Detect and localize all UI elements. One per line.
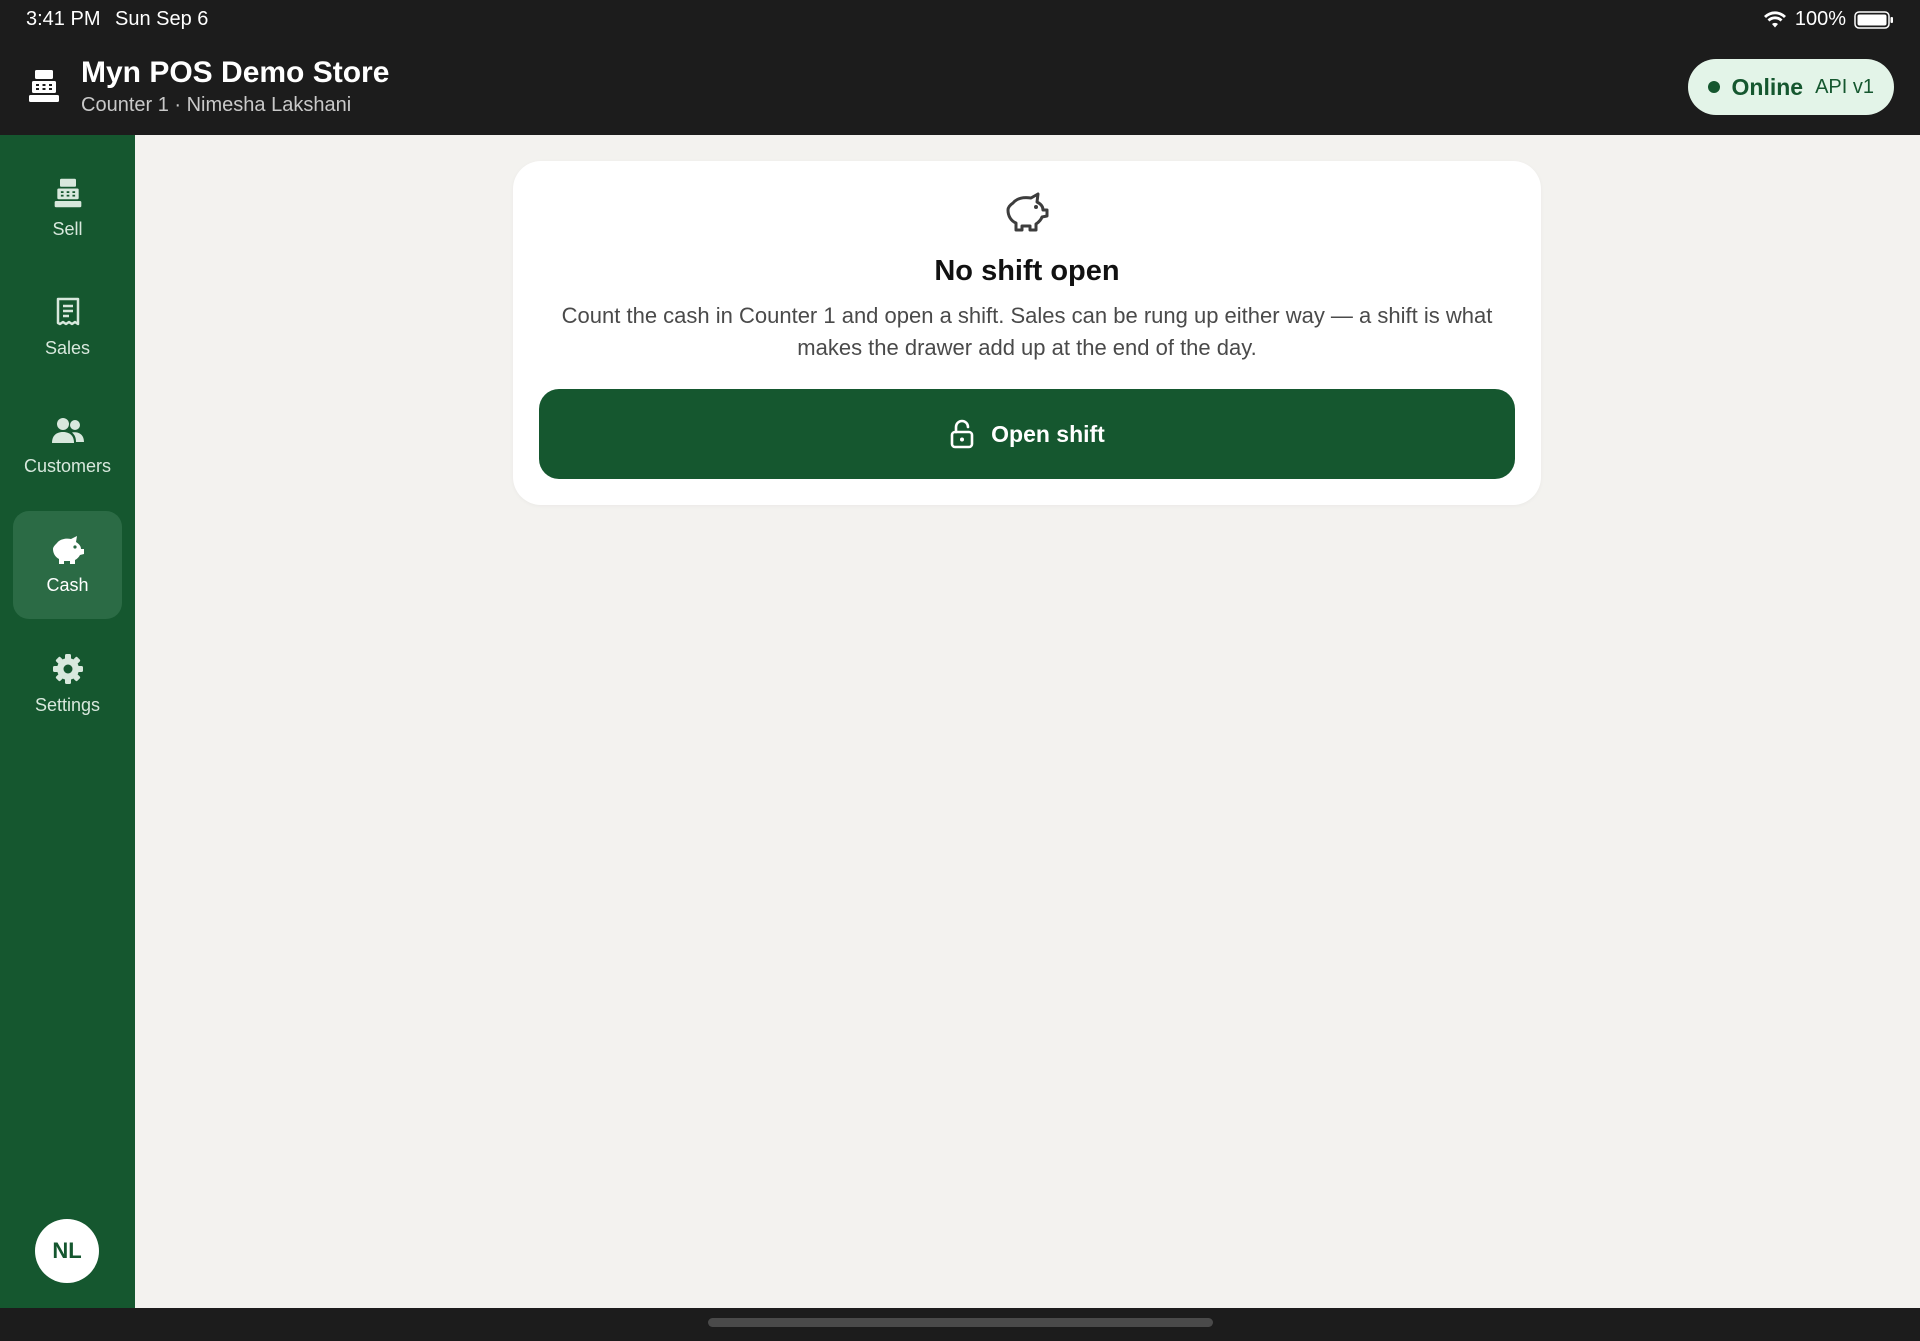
app-header: Myn POS Demo Store Counter 1 · Nimesha L…: [0, 52, 1920, 122]
status-date: Sun Sep 6: [115, 8, 209, 30]
gear-icon: [52, 653, 84, 685]
register-icon: [52, 177, 84, 209]
bottom-bar: [0, 1308, 1920, 1341]
api-version: API v1: [1815, 75, 1874, 98]
sidebar-item-label: Sell: [52, 218, 83, 239]
sidebar: Sell Sales Customers Cash Settings NL: [0, 135, 135, 1308]
status-time: 3:41 PM: [26, 8, 101, 30]
battery-percent: 100%: [1794, 8, 1846, 30]
wifi-icon: [1763, 10, 1787, 29]
sidebar-item-sales[interactable]: Sales: [13, 273, 122, 381]
avatar[interactable]: NL: [35, 1219, 99, 1283]
store-name: Myn POS Demo Store: [81, 56, 390, 89]
piggy-bank-icon: [51, 535, 85, 565]
sidebar-item-customers[interactable]: Customers: [13, 392, 122, 500]
store-subtitle: Counter 1 · Nimesha Lakshani: [81, 94, 352, 116]
unlock-icon: [949, 419, 975, 449]
piggy-bank-icon: [1004, 189, 1050, 235]
no-shift-card: No shift open Count the cash in Counter …: [513, 161, 1541, 505]
receipt-icon: [53, 296, 83, 328]
home-indicator[interactable]: [708, 1318, 1213, 1327]
status-indicators: 100%: [1763, 8, 1894, 31]
users-icon: [50, 416, 86, 446]
open-shift-label: Open shift: [991, 420, 1105, 447]
sidebar-item-sell[interactable]: Sell: [13, 154, 122, 262]
sidebar-item-label: Settings: [34, 694, 101, 715]
status-dot: [1707, 81, 1720, 93]
connection-label: Online: [1731, 73, 1804, 100]
open-shift-button[interactable]: Open shift: [539, 389, 1515, 479]
card-description: Count the cash in Counter 1 and open a s…: [561, 303, 1493, 360]
battery-icon: [1854, 10, 1894, 30]
sidebar-item-cash[interactable]: Cash: [13, 511, 122, 619]
sidebar-item-label: Cash: [46, 574, 89, 595]
sidebar-item-label: Customers: [23, 455, 112, 476]
sidebar-item-settings[interactable]: Settings: [13, 630, 122, 738]
connection-status-pill[interactable]: Online API v1: [1687, 59, 1894, 115]
sidebar-item-label: Sales: [44, 337, 91, 358]
card-title: No shift open: [934, 255, 1120, 287]
status-bar: 3:41 PM Sun Sep 6 100%: [0, 0, 1920, 38]
register-icon: [27, 68, 61, 104]
top-bar: 3:41 PM Sun Sep 6 100% Myn POS Demo Stor…: [0, 0, 1920, 135]
